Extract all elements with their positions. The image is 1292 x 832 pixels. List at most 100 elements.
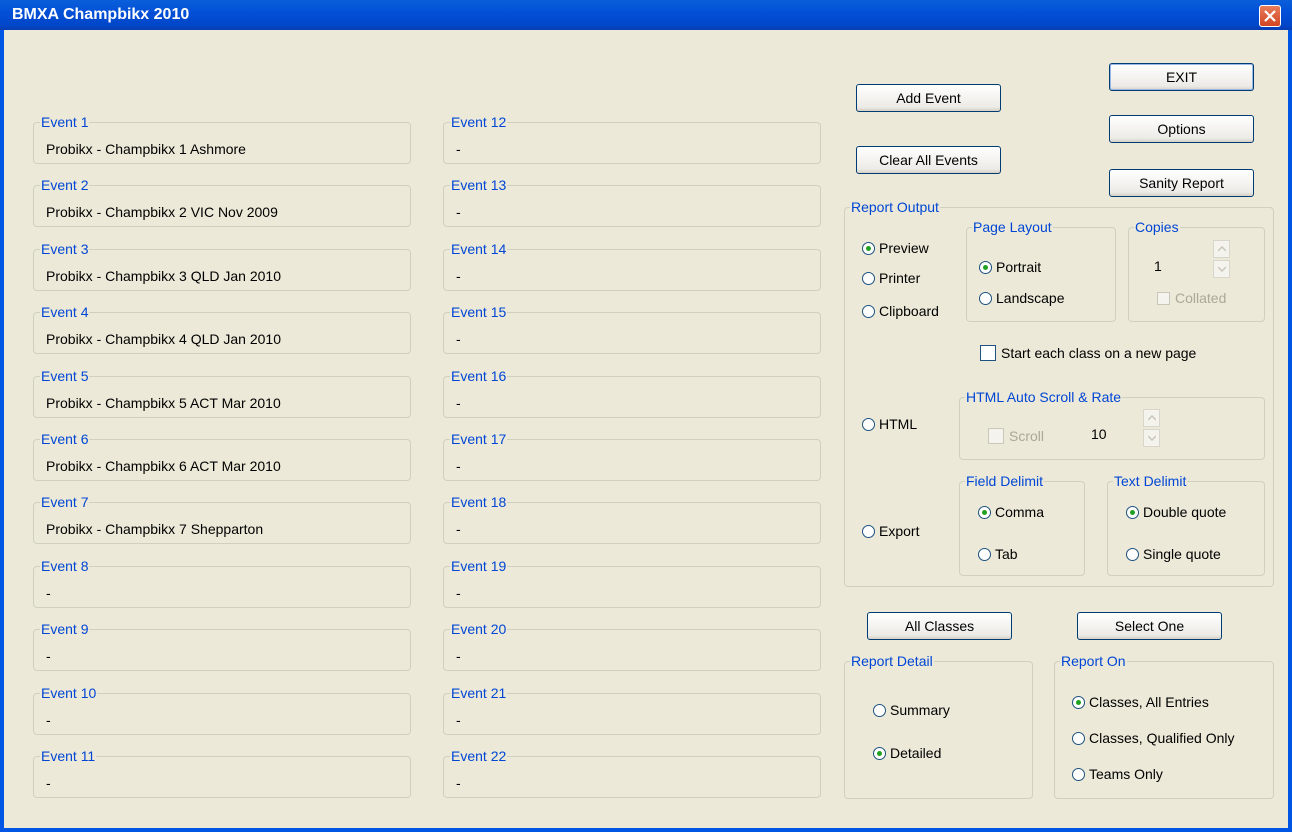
event-value[interactable]: Probikx - Champbikx 6 ACT Mar 2010 [46, 458, 281, 474]
event-box: Event 14 - [443, 240, 821, 291]
event-label: Event 9 [40, 621, 90, 638]
clipboard-radio[interactable]: Clipboard [862, 301, 939, 321]
preview-radio[interactable]: Preview [862, 238, 929, 258]
event-box: Event 7 Probikx - Champbikx 7 Shepparton [33, 494, 411, 545]
event-box: Event 21 - [443, 684, 821, 735]
spin-up-button[interactable] [1143, 409, 1160, 427]
event-value[interactable]: - [456, 268, 461, 284]
report-detail-group: Report Detail [844, 653, 1033, 799]
copies-spinner[interactable] [1213, 240, 1230, 278]
classes-all-entries-radio[interactable]: Classes, All Entries [1072, 692, 1209, 712]
classes-qualified-label: Classes, Qualified Only [1089, 730, 1235, 746]
rate-spinner[interactable] [1143, 409, 1160, 447]
event-value[interactable]: Probikx - Champbikx 1 Ashmore [46, 141, 246, 157]
event-label: Event 17 [450, 431, 508, 447]
classes-qualified-radio[interactable]: Classes, Qualified Only [1072, 728, 1235, 748]
radio-selected-icon [873, 746, 886, 760]
landscape-radio[interactable]: Landscape [979, 288, 1065, 308]
event-value[interactable]: - [456, 204, 461, 220]
clipboard-label: Clipboard [879, 303, 939, 319]
event-label: Event 4 [40, 304, 90, 321]
event-value[interactable]: - [456, 521, 461, 537]
event-label: Event 2 [40, 177, 90, 194]
event-box: Event 16 - [443, 367, 821, 418]
page-layout-label: Page Layout [972, 219, 1053, 235]
event-box: Event 2 Probikx - Champbikx 2 VIC Nov 200… [33, 177, 411, 228]
event-value[interactable]: - [456, 648, 461, 664]
event-label: Event 3 [40, 240, 90, 257]
event-value[interactable]: - [456, 775, 461, 791]
event-value[interactable]: - [46, 648, 51, 664]
teams-only-radio[interactable]: Teams Only [1072, 764, 1163, 784]
event-value[interactable]: - [46, 775, 51, 791]
report-on-label: Report On [1060, 653, 1127, 669]
copies-value[interactable]: 1 [1154, 258, 1162, 274]
landscape-label: Landscape [996, 290, 1065, 306]
close-button[interactable] [1259, 5, 1281, 27]
add-event-button[interactable]: Add Event [856, 84, 1001, 112]
event-label: Event 21 [450, 684, 508, 701]
event-label: Event 18 [450, 494, 508, 511]
event-value[interactable]: - [456, 331, 461, 347]
chevron-down-icon [1148, 435, 1156, 441]
export-radio[interactable]: Export [862, 521, 919, 541]
tab-radio[interactable]: Tab [978, 544, 1018, 564]
spin-up-button[interactable] [1213, 240, 1230, 258]
chevron-up-icon [1218, 246, 1226, 252]
event-box: Event 18 - [443, 494, 821, 545]
event-value[interactable]: - [456, 458, 461, 474]
title-bar[interactable]: BMXA Champbikx 2010 [0, 0, 1292, 30]
event-value[interactable]: - [46, 585, 51, 601]
event-value[interactable]: - [456, 585, 461, 601]
event-box: Event 9 - [33, 621, 411, 672]
options-button[interactable]: Options [1109, 115, 1254, 143]
new-page-checkbox[interactable]: Start each class on a new page [980, 343, 1196, 363]
event-label: Event 12 [450, 114, 508, 130]
event-label: Event 11 [40, 748, 97, 764]
collated-checkbox[interactable]: Collated [1157, 288, 1226, 308]
scroll-checkbox[interactable]: Scroll [988, 426, 1044, 446]
summary-radio[interactable]: Summary [873, 700, 950, 720]
event-value[interactable]: - [46, 712, 51, 728]
html-label: HTML [879, 416, 918, 432]
event-value[interactable]: Probikx - Champbikx 7 Shepparton [46, 521, 263, 537]
tab-label: Tab [995, 546, 1018, 562]
radio-icon [862, 524, 875, 538]
exit-button[interactable]: EXIT [1109, 63, 1254, 91]
select-one-button[interactable]: Select One [1077, 612, 1222, 640]
all-classes-button[interactable]: All Classes [867, 612, 1012, 640]
comma-radio[interactable]: Comma [978, 502, 1044, 522]
event-label: Event 6 [40, 431, 90, 447]
spin-down-button[interactable] [1143, 429, 1160, 447]
html-radio[interactable]: HTML [862, 414, 917, 434]
double-quote-radio[interactable]: Double quote [1126, 502, 1226, 522]
event-label: Event 13 [450, 177, 508, 194]
portrait-radio[interactable]: Portrait [979, 257, 1041, 277]
clear-all-events-button[interactable]: Clear All Events [856, 146, 1001, 174]
event-value[interactable]: - [456, 395, 461, 411]
comma-label: Comma [995, 504, 1045, 520]
detailed-radio[interactable]: Detailed [873, 743, 941, 763]
sanity-report-button[interactable]: Sanity Report [1109, 169, 1254, 197]
rate-value[interactable]: 10 [1091, 426, 1107, 442]
event-box: Event 1 Probikx - Champbikx 1 Ashmore [33, 114, 411, 164]
event-label: Event 22 [450, 748, 508, 764]
event-value[interactable]: Probikx - Champbikx 3 QLD Jan 2010 [46, 268, 281, 284]
event-value[interactable]: - [456, 712, 461, 728]
html-scroll-label: HTML Auto Scroll & Rate [965, 389, 1123, 405]
event-box: Event 3 Probikx - Champbikx 3 QLD Jan 201… [33, 240, 411, 291]
spin-down-button[interactable] [1213, 260, 1230, 278]
event-label: Event 16 [450, 367, 508, 384]
event-label: Event 10 [40, 684, 98, 701]
event-value[interactable]: Probikx - Champbikx 4 QLD Jan 2010 [46, 331, 281, 347]
event-value[interactable]: Probikx - Champbikx 2 VIC Nov 2009 [46, 204, 278, 220]
radio-selected-icon [1072, 695, 1085, 709]
event-label: Event 20 [450, 621, 508, 638]
event-label: Event 8 [40, 557, 90, 574]
printer-radio[interactable]: Printer [862, 268, 920, 288]
event-label: Event 1 [40, 114, 90, 130]
single-quote-radio[interactable]: Single quote [1126, 544, 1221, 564]
radio-icon [862, 417, 875, 431]
event-value[interactable]: Probikx - Champbikx 5 ACT Mar 2010 [46, 395, 281, 411]
event-value[interactable]: - [456, 141, 461, 157]
